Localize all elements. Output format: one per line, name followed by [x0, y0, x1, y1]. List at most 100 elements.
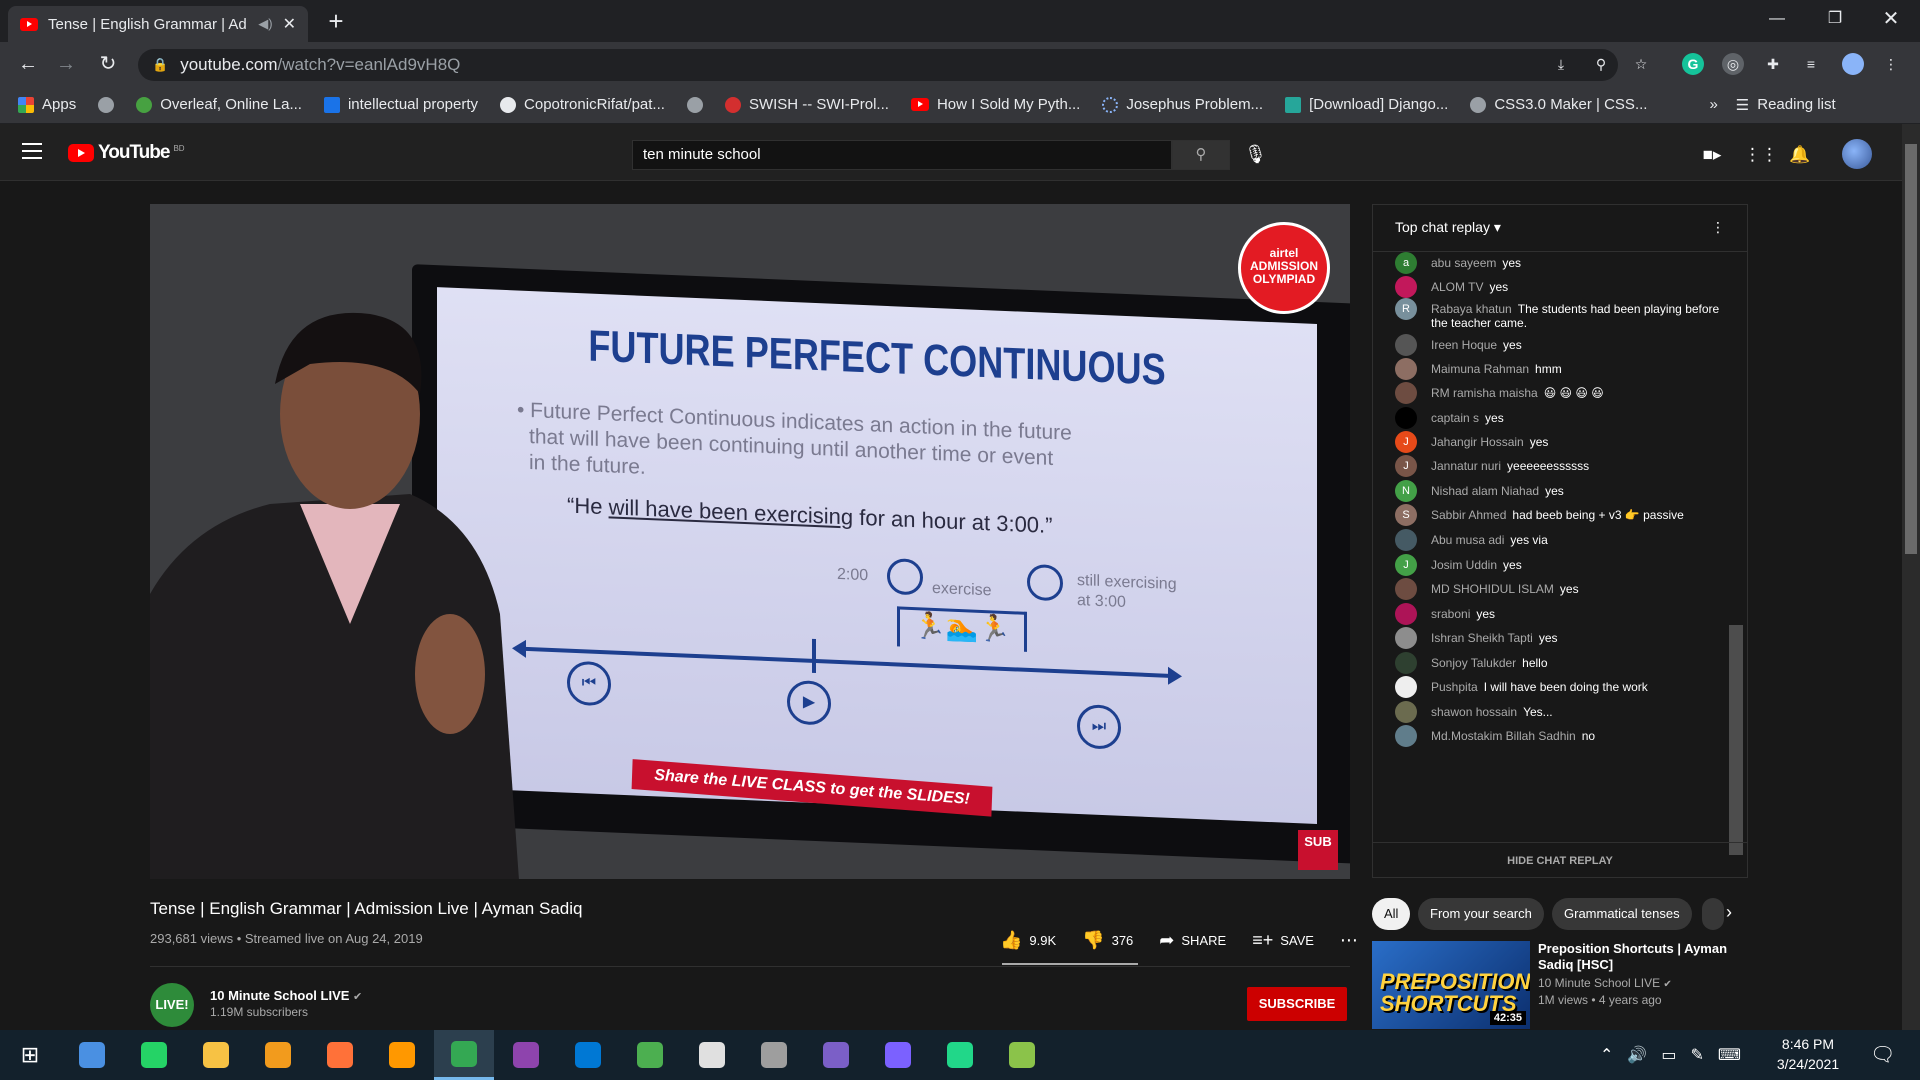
chat-avatar[interactable]: R — [1395, 298, 1417, 320]
extensions-puzzle-icon[interactable]: ✚ — [1762, 53, 1784, 75]
taskbar-firefox[interactable] — [310, 1030, 370, 1080]
chat-avatar[interactable] — [1395, 603, 1417, 625]
url-bar[interactable]: 🔒 youtube.com/watch?v=eanlAd9vH8Q — [138, 49, 1618, 81]
chat-avatar[interactable] — [1395, 382, 1417, 404]
chat-author[interactable]: abu sayeem — [1431, 256, 1496, 270]
chat-avatar[interactable]: N — [1395, 480, 1417, 502]
notifications-bell-icon[interactable]: 🔔 — [1788, 143, 1812, 167]
back-icon[interactable]: ← — [14, 50, 42, 78]
chat-avatar[interactable] — [1395, 358, 1417, 380]
chip-partial[interactable] — [1702, 898, 1724, 930]
chat-author[interactable]: Abu musa adi — [1431, 533, 1504, 547]
chat-author[interactable]: Jahangir Hossain — [1431, 435, 1524, 449]
taskbar-app-sublime[interactable] — [372, 1030, 432, 1080]
chat-author[interactable]: Md.Mostakim Billah Sadhin — [1431, 729, 1576, 743]
search-button[interactable]: ⚲ — [1172, 140, 1230, 170]
chat-scrollbar[interactable] — [1729, 625, 1743, 855]
keyboard-icon[interactable]: ⌨ — [1718, 1045, 1741, 1065]
chat-author[interactable]: Ireen Hoque — [1431, 338, 1497, 352]
chat-avatar[interactable] — [1395, 627, 1417, 649]
microphone-icon[interactable]: 🎙 — [1244, 140, 1267, 170]
display-icon[interactable]: ▭ — [1661, 1045, 1676, 1065]
chat-more-icon[interactable]: ⋮ — [1711, 219, 1725, 237]
taskbar-pycharm[interactable] — [930, 1030, 990, 1080]
bookmark-github[interactable]: CopotronicRifat/pat... — [500, 96, 665, 113]
bookmark-swish[interactable]: SWISH -- SWI-Prol... — [724, 96, 889, 113]
taskbar-github-desktop[interactable] — [496, 1030, 556, 1080]
video-player[interactable]: FUTURE PERFECT CONTINUOUS • Future Perfe… — [150, 204, 1350, 879]
chrome-menu-icon[interactable]: ⋮ — [1880, 53, 1902, 75]
chat-author[interactable]: ALOM TV — [1431, 280, 1483, 294]
hide-chat-button[interactable]: HIDE CHAT REPLAY — [1373, 842, 1747, 878]
taskbar-app-umbrella[interactable] — [682, 1030, 742, 1080]
chat-author[interactable]: Maimuna Rahman — [1431, 362, 1529, 376]
chat-avatar[interactable]: S — [1395, 504, 1417, 526]
chat-author[interactable]: sraboni — [1431, 607, 1470, 621]
chat-avatar[interactable]: a — [1395, 252, 1417, 274]
youtube-logo[interactable]: YouTube BD — [68, 142, 185, 164]
chat-author[interactable]: Jannatur nuri — [1431, 459, 1501, 473]
browser-tab[interactable]: Tense | English Grammar | Ad ◀) ✕ — [8, 6, 308, 42]
create-video-icon[interactable]: ■▸ — [1700, 143, 1724, 167]
chat-author[interactable]: Sonjoy Talukder — [1431, 656, 1516, 670]
chevron-up-icon[interactable]: ⌃ — [1600, 1045, 1613, 1065]
new-tab-button[interactable]: + — [318, 6, 354, 38]
bookmark-overleaf[interactable]: Overleaf, Online La... — [136, 96, 302, 113]
bookmark-youtube[interactable]: How I Sold My Pyth... — [910, 96, 1080, 113]
restore-icon[interactable]: ❐ — [1806, 0, 1864, 40]
chat-avatar[interactable]: J — [1395, 431, 1417, 453]
bookmarks-overflow[interactable]: » — [1709, 96, 1717, 113]
chat-avatar[interactable] — [1395, 652, 1417, 674]
chat-avatar[interactable] — [1395, 334, 1417, 356]
chat-avatar[interactable] — [1395, 676, 1417, 698]
taskbar-chrome[interactable] — [434, 1030, 494, 1080]
account-avatar[interactable] — [1842, 139, 1872, 169]
chevron-right-icon[interactable]: › — [1726, 902, 1732, 923]
chat-author[interactable]: Pushpita — [1431, 680, 1478, 694]
chat-avatar[interactable] — [1395, 529, 1417, 551]
subscribe-watermark[interactable]: SUB — [1298, 830, 1338, 870]
chat-avatar[interactable]: J — [1395, 554, 1417, 576]
subscribe-button[interactable]: SUBSCRIBE — [1247, 987, 1347, 1021]
close-tab-icon[interactable]: ✕ — [283, 14, 296, 34]
chat-avatar[interactable] — [1395, 578, 1417, 600]
bookmark-django[interactable]: [Download] Django... — [1285, 96, 1448, 113]
install-icon[interactable]: ⤓ — [1550, 53, 1572, 75]
reload-icon[interactable]: ↻ — [94, 50, 122, 78]
chat-author[interactable]: RM ramisha maisha — [1431, 386, 1538, 400]
chip-grammatical-tenses[interactable]: Grammatical tenses — [1552, 898, 1692, 930]
chat-author[interactable]: Sabbir Ahmed — [1431, 508, 1506, 522]
share-button[interactable]: ➦ SHARE — [1159, 930, 1226, 951]
recommendation-channel[interactable]: 10 Minute School LIVE ✔ — [1538, 976, 1672, 990]
recommendation-title[interactable]: Preposition Shortcuts | Ayman Sadiq [HSC… — [1538, 941, 1738, 973]
profile-avatar-icon[interactable] — [1842, 53, 1864, 75]
chat-author[interactable]: Josim Uddin — [1431, 558, 1497, 572]
extension-icon[interactable]: ◎ — [1722, 53, 1744, 75]
search-input[interactable]: ten minute school — [632, 140, 1172, 170]
bookmark-ip[interactable]: intellectual property — [323, 96, 478, 113]
minimize-icon[interactable]: — — [1748, 0, 1806, 40]
chat-author[interactable]: MD SHOHIDUL ISLAM — [1431, 582, 1554, 596]
recommendation-thumbnail[interactable]: PREPOSITION SHORTCUTS 42:35 — [1372, 941, 1530, 1029]
save-button[interactable]: ≡+ SAVE — [1252, 930, 1314, 951]
chat-avatar[interactable] — [1395, 725, 1417, 747]
taskbar-clock[interactable]: 8:46 PM 3/24/2021 — [1770, 1034, 1846, 1074]
channel-avatar[interactable]: LIVE! — [150, 983, 194, 1027]
grammarly-icon[interactable]: G — [1682, 53, 1704, 75]
dislike-button[interactable]: 👎 376 — [1082, 930, 1133, 951]
more-actions-icon[interactable]: ⋯ — [1340, 930, 1358, 951]
reading-list[interactable]: ☰ Reading list — [1736, 96, 1836, 114]
chat-author[interactable]: Rabaya khatun — [1431, 302, 1512, 316]
bookmark-globe-2[interactable] — [686, 96, 703, 113]
bookmark-josephus[interactable]: Josephus Problem... — [1102, 96, 1263, 113]
chat-avatar[interactable] — [1395, 276, 1417, 298]
taskbar-app-orange[interactable] — [248, 1030, 308, 1080]
action-center-icon[interactable]: 🗨 — [1870, 1042, 1895, 1067]
scrollbar-thumb[interactable] — [1905, 144, 1917, 554]
bookmark-css[interactable]: CSS3.0 Maker | CSS... — [1470, 96, 1647, 113]
like-button[interactable]: 👍 9.9K — [1000, 930, 1056, 951]
taskbar-app-satellite[interactable] — [744, 1030, 804, 1080]
hamburger-menu-icon[interactable] — [22, 143, 42, 159]
chip-all[interactable]: All — [1372, 898, 1411, 930]
close-window-icon[interactable]: ✕ — [1862, 0, 1920, 40]
